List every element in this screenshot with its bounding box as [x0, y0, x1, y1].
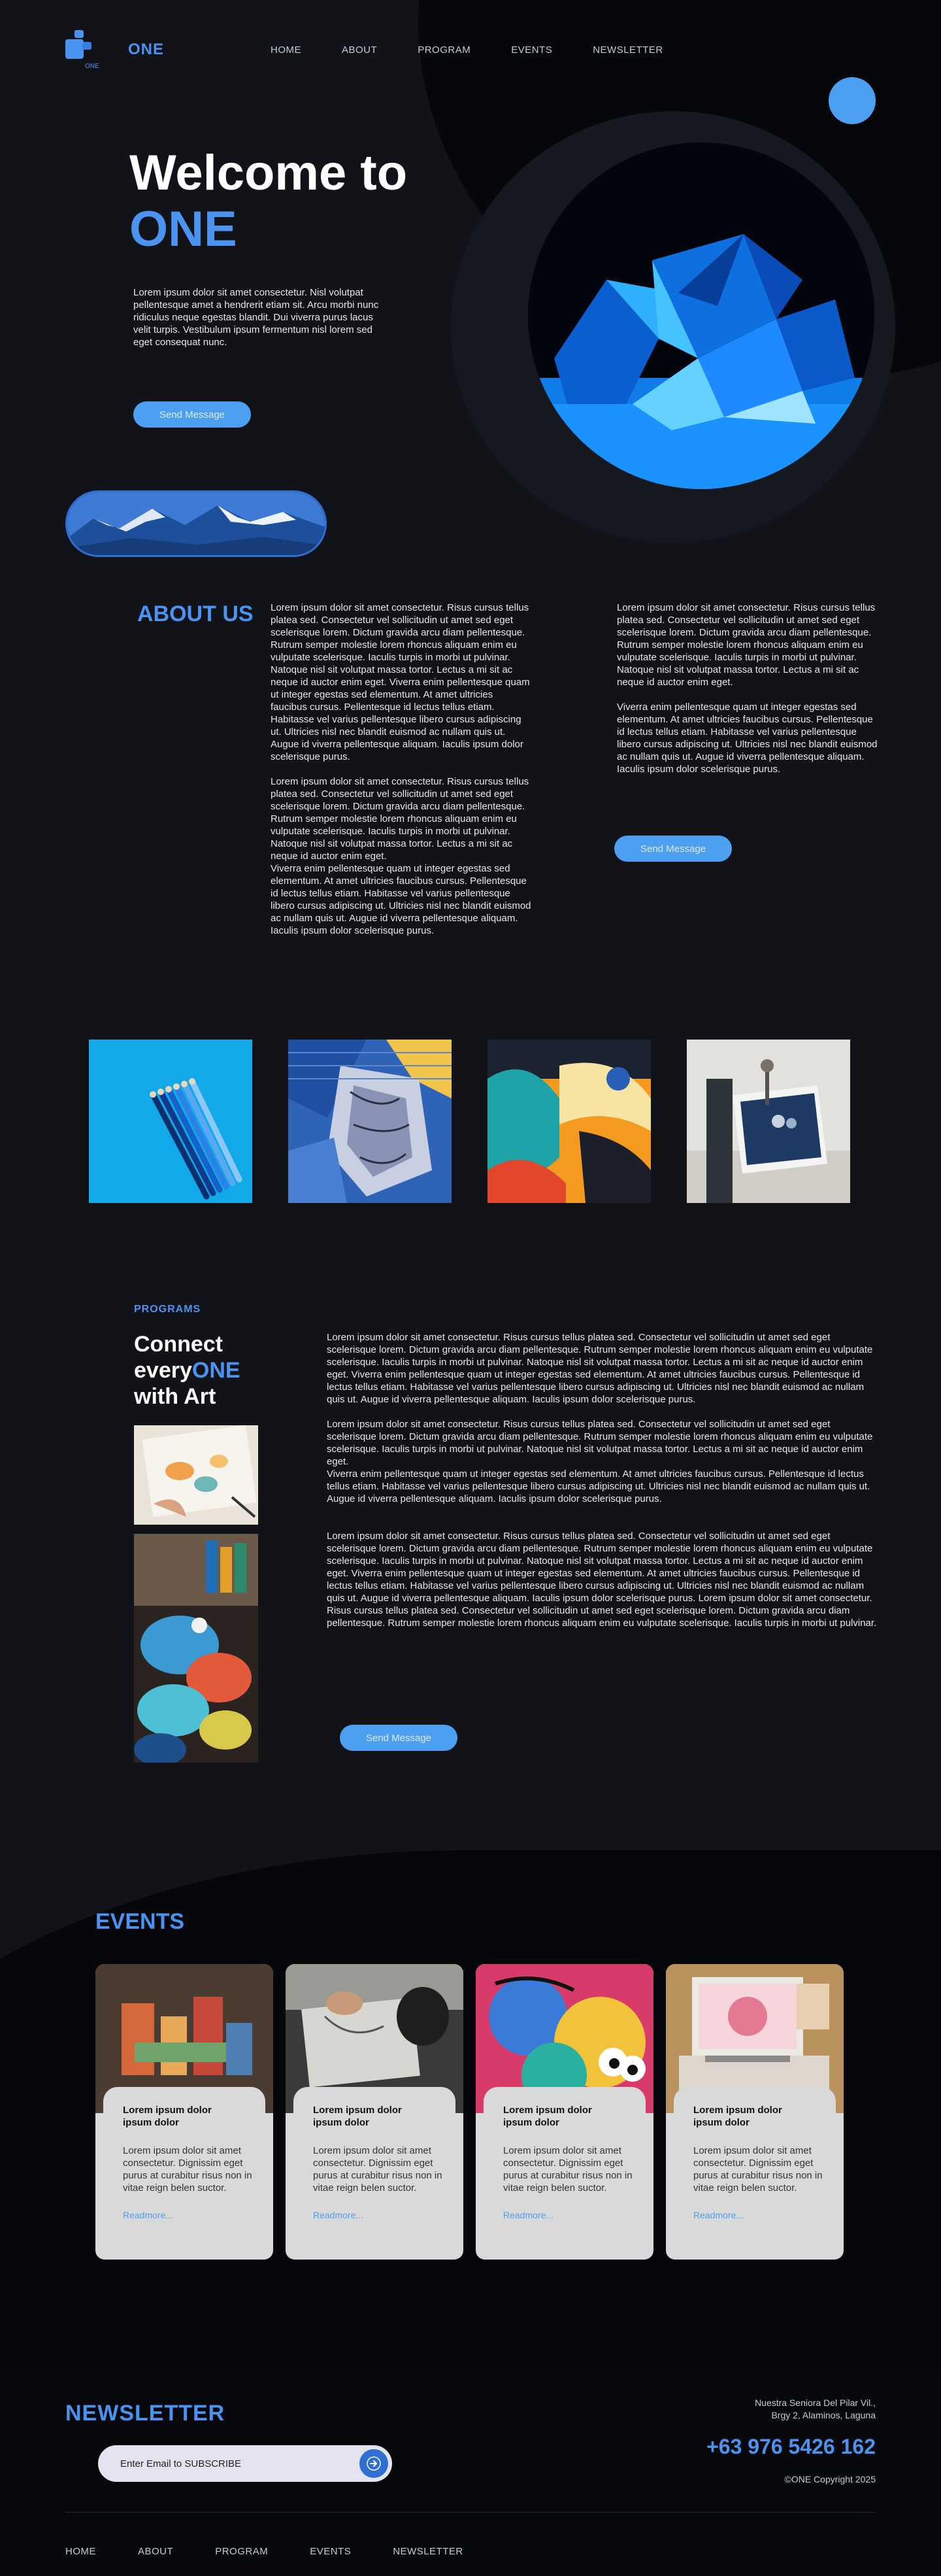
event-card[interactable]: Lorem ipsum dolor ipsum dolor Lorem ipsu…	[666, 1964, 844, 2260]
programs-send-message-button[interactable]: Send Message	[340, 1725, 457, 1751]
nav-newsletter[interactable]: NEWSLETTER	[593, 44, 663, 56]
programs-image-palette	[134, 1534, 258, 1763]
logo-subtext: ONE	[85, 63, 99, 70]
event-text: Lorem ipsum dolor sit amet consectetur. …	[313, 2145, 442, 2194]
nav-events[interactable]: EVENTS	[511, 44, 552, 56]
footer-nav-events[interactable]: EVENTS	[310, 2546, 351, 2557]
footer-nav-about[interactable]: ABOUT	[138, 2546, 173, 2557]
subscribe-email-input[interactable]	[120, 2445, 342, 2482]
gallery-image-pencils	[89, 1040, 252, 1203]
programs-paragraph: Viverra enim pellentesque quam ut intege…	[327, 1468, 870, 1504]
nav-program[interactable]: PROGRAM	[418, 44, 470, 56]
events-heading: EVENTS	[95, 1909, 185, 1934]
event-card[interactable]: Lorem ipsum dolor ipsum dolor Lorem ipsu…	[286, 1964, 463, 2260]
hero-crystal-image	[528, 143, 874, 489]
page: ONE ONE HOME ABOUT PROGRAM EVENTS NEWSLE…	[0, 0, 941, 2576]
footer-divider	[65, 2512, 876, 2513]
event-readmore-link[interactable]: Readmore...	[503, 2210, 646, 2220]
about-send-message-button[interactable]: Send Message	[614, 836, 732, 862]
programs-title-accent: ONE	[191, 1358, 240, 1383]
about-column-right: Lorem ipsum dolor sit amet consectetur. …	[617, 602, 878, 775]
event-title: Lorem ipsum dolor ipsum dolor	[693, 2105, 782, 2128]
event-readmore-link[interactable]: Readmore...	[693, 2210, 836, 2220]
nav-home[interactable]: HOME	[271, 44, 301, 56]
footer-nav: HOME ABOUT PROGRAM EVENTS NEWSLETTER	[65, 2546, 505, 2557]
hero-text: Lorem ipsum dolor sit amet consectetur. …	[133, 287, 379, 348]
newsletter-heading: NEWSLETTER	[65, 2401, 225, 2426]
hero-send-message-button[interactable]: Send Message	[133, 401, 251, 428]
footer-nav-newsletter[interactable]: NEWSLETTER	[393, 2546, 463, 2557]
nav-about[interactable]: ABOUT	[342, 44, 377, 56]
about-paragraph: Lorem ipsum dolor sit amet consectetur. …	[617, 602, 876, 688]
event-card-body: Lorem ipsum dolor ipsum dolor Lorem ipsu…	[484, 2087, 646, 2260]
about-paragraph: Lorem ipsum dolor sit amet consectetur. …	[271, 776, 529, 862]
mountain-image	[65, 490, 327, 557]
event-card-body: Lorem ipsum dolor ipsum dolor Lorem ipsu…	[293, 2087, 455, 2260]
address: Nuestra Seniora Del Pilar Vil., Brgy 2, …	[680, 2397, 876, 2422]
event-text: Lorem ipsum dolor sit amet consectetur. …	[123, 2145, 252, 2194]
phone-number[interactable]: +63 976 5426 162	[614, 2435, 876, 2459]
programs-text: Lorem ipsum dolor sit amet consectetur. …	[327, 1331, 877, 1629]
gallery-image-photo	[687, 1040, 850, 1203]
programs-image-painting	[134, 1425, 258, 1525]
event-card-body: Lorem ipsum dolor ipsum dolor Lorem ipsu…	[674, 2087, 836, 2260]
hero-title-accent: ONE	[129, 201, 237, 257]
subscribe-submit-button[interactable]	[359, 2449, 388, 2478]
footer-nav-home[interactable]: HOME	[65, 2546, 96, 2557]
logo-icon[interactable]: ONE	[65, 30, 99, 71]
programs-title-part: with Art	[134, 1384, 216, 1409]
programs-title: Connect everyONE with Art	[134, 1331, 291, 1410]
gallery-image-abstract	[487, 1040, 651, 1203]
programs-paragraph: Lorem ipsum dolor sit amet consectetur. …	[327, 1332, 873, 1405]
about-paragraph: Lorem ipsum dolor sit amet consectetur. …	[271, 602, 530, 762]
subscribe-form	[98, 2445, 392, 2482]
about-paragraph: Viverra enim pellentesque quam ut intege…	[271, 863, 531, 936]
about-heading: ABOUT US	[137, 602, 254, 626]
copyright: ©ONE Copyright 2025	[784, 2474, 876, 2484]
event-title: Lorem ipsum dolor ipsum dolor	[503, 2105, 592, 2128]
header: ONE ONE HOME ABOUT PROGRAM EVENTS NEWSLE…	[0, 0, 941, 105]
hero-title: Welcome to	[129, 145, 408, 201]
main-nav: HOME ABOUT PROGRAM EVENTS NEWSLETTER	[271, 44, 704, 56]
event-card[interactable]: Lorem ipsum dolor ipsum dolor Lorem ipsu…	[95, 1964, 273, 2260]
event-text: Lorem ipsum dolor sit amet consectetur. …	[693, 2145, 823, 2194]
about-column-left: Lorem ipsum dolor sit amet consectetur. …	[271, 602, 532, 937]
programs-paragraph: Lorem ipsum dolor sit amet consectetur. …	[327, 1419, 873, 1467]
event-text: Lorem ipsum dolor sit amet consectetur. …	[503, 2145, 633, 2194]
programs-paragraph: Lorem ipsum dolor sit amet consectetur. …	[327, 1531, 877, 1629]
address-line: Brgy 2, Alaminos, Laguna	[771, 2410, 876, 2420]
logo-text[interactable]: ONE	[128, 41, 164, 59]
event-title: Lorem ipsum dolor ipsum dolor	[123, 2105, 212, 2128]
arrow-right-icon	[367, 2456, 381, 2471]
event-card-body: Lorem ipsum dolor ipsum dolor Lorem ipsu…	[103, 2087, 265, 2260]
event-card[interactable]: Lorem ipsum dolor ipsum dolor Lorem ipsu…	[476, 1964, 653, 2260]
event-readmore-link[interactable]: Readmore...	[123, 2210, 265, 2220]
address-line: Nuestra Seniora Del Pilar Vil.,	[755, 2398, 876, 2408]
event-title: Lorem ipsum dolor ipsum dolor	[313, 2105, 402, 2128]
event-readmore-link[interactable]: Readmore...	[313, 2210, 455, 2220]
decorative-dot	[829, 77, 876, 124]
footer-nav-program[interactable]: PROGRAM	[215, 2546, 268, 2557]
programs-label: PROGRAMS	[134, 1304, 201, 1315]
about-paragraph: Viverra enim pellentesque quam ut intege…	[617, 702, 878, 775]
gallery-image-mural	[288, 1040, 452, 1203]
